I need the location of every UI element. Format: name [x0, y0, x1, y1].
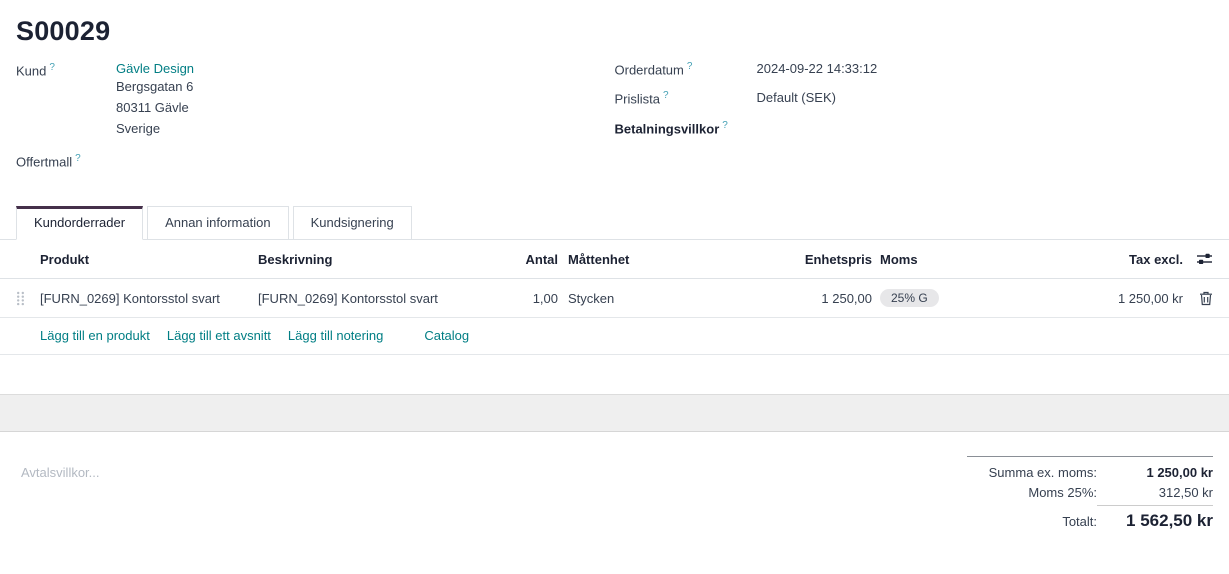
add-section-link[interactable]: Lägg till ett avsnitt — [167, 328, 271, 343]
field-betalningsvillkor: Betalningsvillkor? — [615, 120, 1214, 136]
col-enhetspris: Enhetspris — [698, 252, 872, 267]
tab-kundsignering[interactable]: Kundsignering — [293, 206, 412, 240]
table-row: [FURN_0269] Kontorsstol svart [FURN_0269… — [0, 279, 1229, 318]
kund-label: Kund — [16, 63, 46, 78]
customer-country: Sverige — [116, 118, 595, 139]
drag-handle-icon[interactable] — [16, 291, 40, 306]
untaxed-value: 1 250,00 kr — [1097, 465, 1213, 480]
prislista-value[interactable]: Default (SEK) — [757, 90, 1214, 106]
notebook-tabs: Kundorderrader Annan information Kundsig… — [0, 206, 1229, 240]
col-tax-excl: Tax excl. — [1040, 252, 1183, 267]
field-offertmall: Offertmall? — [16, 152, 595, 169]
betalningsvillkor-input[interactable] — [757, 120, 1214, 136]
total-value: 1 562,50 kr — [1097, 505, 1213, 531]
offertmall-input[interactable] — [116, 152, 595, 169]
section-separator — [0, 394, 1229, 432]
tab-kundorderrader[interactable]: Kundorderrader — [16, 206, 143, 240]
cell-product[interactable]: [FURN_0269] Kontorsstol svart — [40, 291, 258, 306]
add-note-link[interactable]: Lägg till notering — [288, 328, 383, 343]
totals-block: Summa ex. moms: 1 250,00 kr Moms 25%: 31… — [967, 456, 1213, 536]
add-product-link[interactable]: Lägg till en produkt — [40, 328, 150, 343]
cell-unit-price[interactable]: 1 250,00 — [698, 291, 872, 306]
col-produkt: Produkt — [40, 252, 258, 267]
help-icon[interactable]: ? — [49, 62, 55, 73]
orderdatum-label: Orderdatum — [615, 62, 684, 77]
col-moms: Moms — [872, 252, 1040, 267]
cell-qty[interactable]: 1,00 — [470, 291, 558, 306]
col-antal: Antal — [470, 252, 558, 267]
customer-link[interactable]: Gävle Design — [116, 61, 194, 76]
orderdatum-value[interactable]: 2024-09-22 14:33:12 — [757, 61, 1214, 77]
prislista-label: Prislista — [615, 92, 661, 107]
col-mattenhet: Måttenhet — [558, 252, 698, 267]
help-icon[interactable]: ? — [663, 90, 669, 101]
tax-value: 312,50 kr — [1097, 485, 1213, 500]
table-footer-links: Lägg till en produkt Lägg till ett avsni… — [0, 318, 1229, 355]
tab-annan-information[interactable]: Annan information — [147, 206, 289, 240]
customer-city: 80311 Gävle — [116, 97, 595, 118]
cell-uom[interactable]: Stycken — [558, 291, 698, 306]
tax-badge[interactable]: 25% G — [880, 289, 939, 307]
order-footer: Avtalsvillkor... Summa ex. moms: 1 250,0… — [0, 432, 1229, 536]
customer-street: Bergsgatan 6 — [116, 76, 595, 97]
field-group: Kund? Gävle Design Bergsgatan 6 80311 Gä… — [0, 57, 1229, 179]
tax-label: Moms 25%: — [1028, 485, 1097, 500]
offertmall-label: Offertmall — [16, 154, 72, 169]
field-prislista: Prislista? Default (SEK) — [615, 90, 1214, 106]
help-icon[interactable]: ? — [687, 61, 693, 72]
catalog-link[interactable]: Catalog — [424, 328, 469, 343]
cell-description[interactable]: [FURN_0269] Kontorsstol svart — [258, 291, 470, 306]
optional-columns-icon[interactable] — [1183, 251, 1213, 267]
table-header-row: Produkt Beskrivning Antal Måttenhet Enhe… — [0, 240, 1229, 279]
order-lines-table: Produkt Beskrivning Antal Måttenhet Enhe… — [0, 240, 1229, 355]
help-icon[interactable]: ? — [75, 153, 81, 164]
sale-order-form: S00029 Kund? Gävle Design Bergsgatan 6 8… — [0, 0, 1229, 574]
delete-row-icon[interactable] — [1183, 291, 1213, 306]
cell-subtotal: 1 250,00 kr — [1040, 291, 1183, 306]
page-title: S00029 — [0, 0, 1229, 57]
col-beskrivning: Beskrivning — [258, 252, 470, 267]
betalningsvillkor-label: Betalningsvillkor — [615, 121, 720, 136]
terms-input[interactable]: Avtalsvillkor... — [21, 456, 321, 536]
total-label: Totalt: — [1062, 514, 1097, 529]
untaxed-label: Summa ex. moms: — [989, 465, 1097, 480]
field-kund: Kund? Gävle Design Bergsgatan 6 80311 Gä… — [16, 61, 595, 139]
help-icon[interactable]: ? — [722, 120, 728, 131]
field-orderdatum: Orderdatum? 2024-09-22 14:33:12 — [615, 61, 1214, 77]
